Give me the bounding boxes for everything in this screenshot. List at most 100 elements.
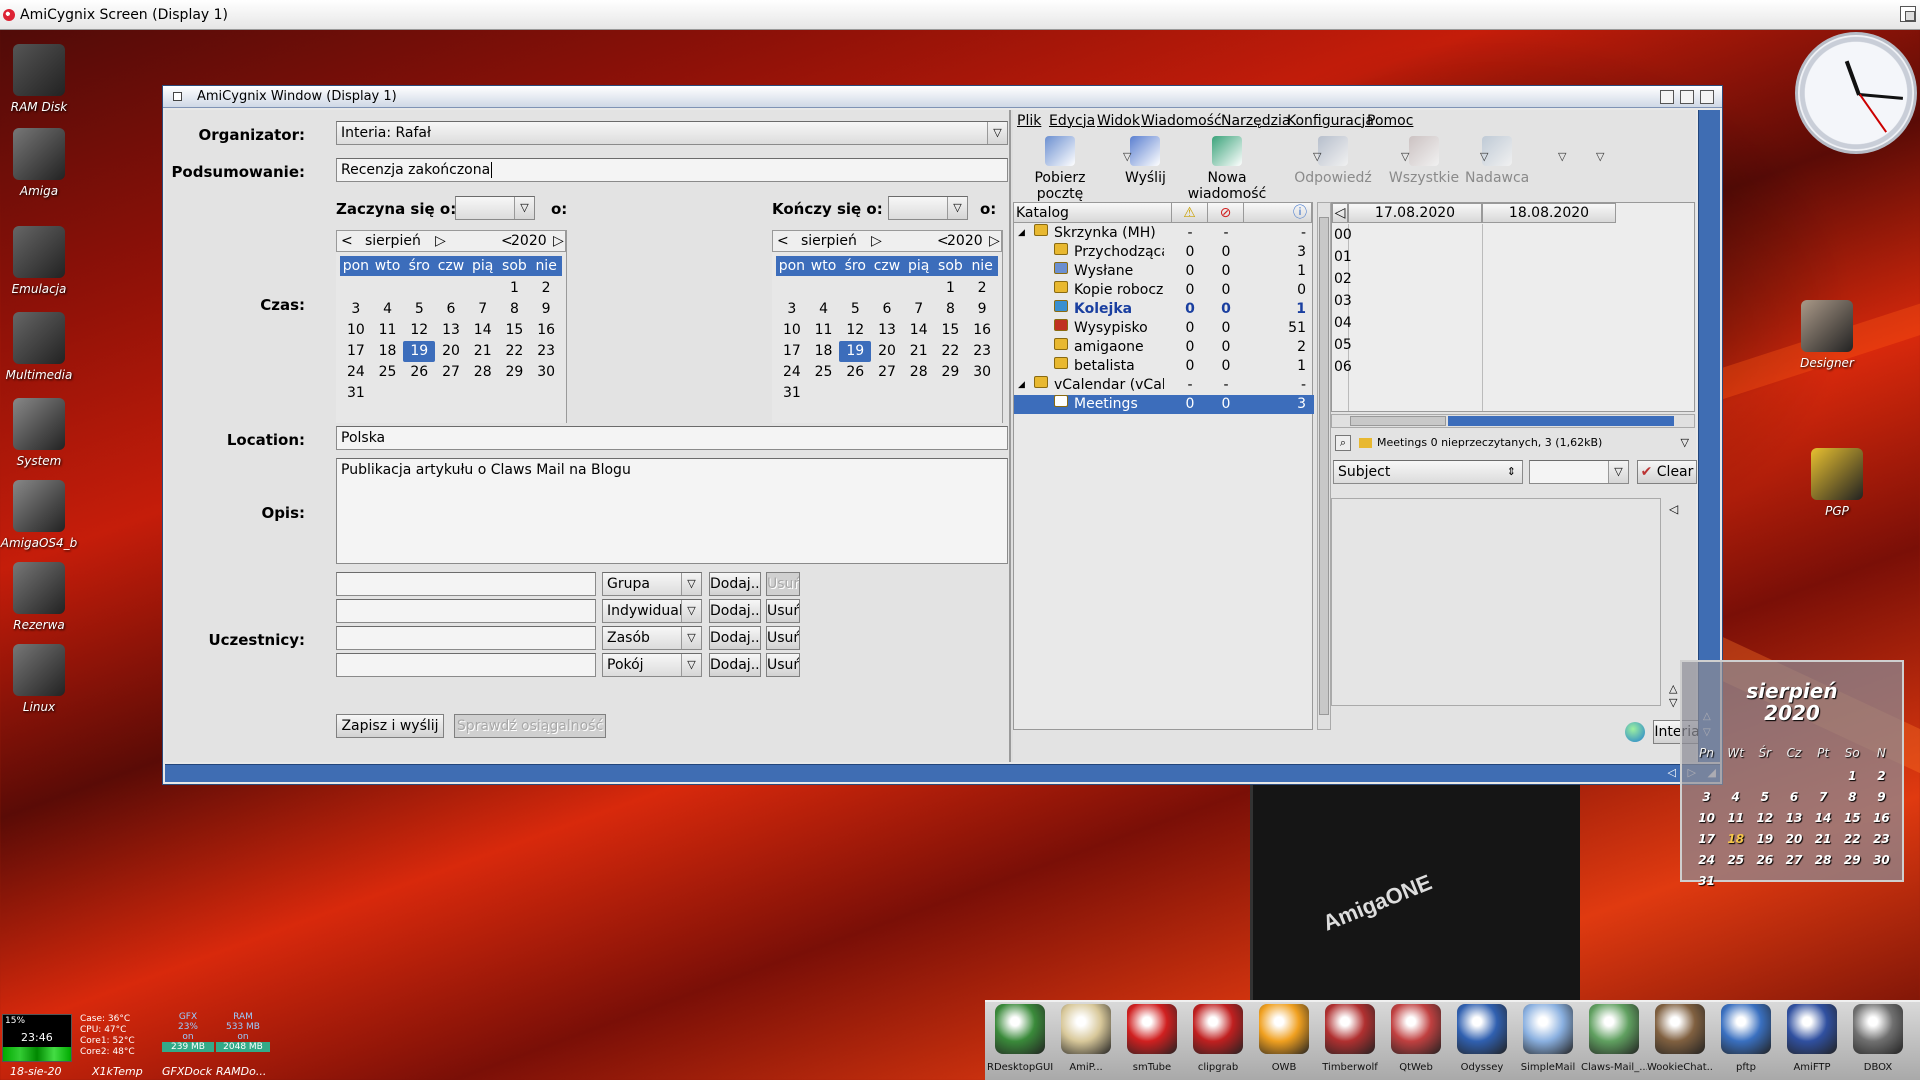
- calendar-day[interactable]: 31: [776, 383, 808, 404]
- dock-item[interactable]: AmiFTP: [1779, 1004, 1845, 1073]
- menu-item[interactable]: Edycja: [1049, 110, 1095, 132]
- start-date-calendar[interactable]: < sierpień ▷ <2020 ▷ pon wto śro czw pią sob nie 1 2 3…: [336, 230, 567, 423]
- desk-calendar-day[interactable]: 18: [1721, 829, 1750, 850]
- calendar-day[interactable]: 21: [467, 341, 499, 362]
- scroll-left-icon[interactable]: ◁: [1668, 766, 1676, 779]
- calendar-day[interactable]: 4: [372, 299, 404, 320]
- participant-input[interactable]: [336, 653, 596, 677]
- calendar-day[interactable]: 23: [966, 341, 998, 362]
- calendar-day[interactable]: 21: [903, 341, 935, 362]
- calendar-day[interactable]: 25: [372, 362, 404, 383]
- calendar-day[interactable]: 12: [403, 320, 435, 341]
- menu-item[interactable]: Narzędzia: [1221, 110, 1290, 132]
- calendar-day[interactable]: 3: [776, 299, 808, 320]
- window-iconify-gadget[interactable]: [1660, 90, 1674, 104]
- calendar-day[interactable]: 14: [903, 320, 935, 341]
- calendar-day[interactable]: 10: [776, 320, 808, 341]
- calendar-day[interactable]: 26: [403, 362, 435, 383]
- calendar-day[interactable]: 16: [530, 320, 562, 341]
- tree-expander-icon[interactable]: ◢: [1018, 376, 1025, 395]
- window-bottom-scrollbar[interactable]: ◁ ▷ ◢: [165, 764, 1720, 782]
- organizer-select[interactable]: Interia: Rafał ▽: [336, 121, 1008, 145]
- desk-calendar-day[interactable]: 31: [1692, 871, 1721, 892]
- calendar-day[interactable]: 18: [808, 341, 840, 362]
- calendar-day[interactable]: 18: [372, 341, 404, 362]
- calendar-day[interactable]: 7: [903, 299, 935, 320]
- calendar-day[interactable]: 24: [340, 362, 372, 383]
- folder-row[interactable]: Meetings 0 0 3: [1014, 395, 1314, 414]
- menu-item[interactable]: Wiadomość: [1141, 110, 1222, 132]
- participant-type-select[interactable]: Zasób ▽: [602, 626, 702, 650]
- scrollbar-thumb[interactable]: [1319, 217, 1329, 715]
- desktop-icon[interactable]: PGP: [1792, 448, 1882, 518]
- desk-calendar-day[interactable]: 29: [1838, 850, 1867, 871]
- add-participant-button[interactable]: Dodaj...: [709, 599, 761, 623]
- participant-input[interactable]: [336, 599, 596, 623]
- schedule-date-header[interactable]: 17.08.2020: [1348, 203, 1482, 223]
- desk-calendar-day[interactable]: 8: [1838, 787, 1867, 808]
- calendar-day[interactable]: 14: [467, 320, 499, 341]
- folder-tree[interactable]: Katalog ⚠ ⊘ ⓘ ◢ Skrzynka (MH) - - - Przychodz…: [1013, 202, 1314, 730]
- calendar-day[interactable]: 23: [530, 341, 562, 362]
- menu-item[interactable]: Konfiguracja: [1287, 110, 1374, 132]
- remove-participant-button[interactable]: Usuń: [766, 599, 800, 623]
- desktop-icon[interactable]: System: [0, 398, 84, 468]
- calendar-day[interactable]: 11: [372, 320, 404, 341]
- window-depth-gadget[interactable]: [1700, 90, 1714, 104]
- desk-calendar-day[interactable]: 9: [1867, 787, 1896, 808]
- calendar-day[interactable]: 30: [530, 362, 562, 383]
- folder-row[interactable]: Kolejka 0 0 1: [1014, 300, 1314, 319]
- desk-calendar-day[interactable]: 28: [1809, 850, 1838, 871]
- calendar-day[interactable]: 28: [903, 362, 935, 383]
- end-time-select[interactable]: ▽: [888, 196, 968, 220]
- toolbar-dropdown-icon[interactable]: ▽: [1313, 150, 1321, 163]
- calendar-day[interactable]: 13: [435, 320, 467, 341]
- folder-row[interactable]: Wysypisko 0 0 51: [1014, 319, 1314, 338]
- preview-scroll-left-icon[interactable]: ◁: [1669, 502, 1678, 516]
- check-availability-button[interactable]: Sprawdź osiągalność: [454, 714, 606, 738]
- calendar-day[interactable]: 15: [935, 320, 967, 341]
- description-textarea[interactable]: Publikacja artykułu o Claws Mail na Blog…: [336, 458, 1008, 564]
- calendar-day[interactable]: 17: [340, 341, 372, 362]
- schedule-hscrollbar[interactable]: [1331, 414, 1695, 428]
- calendar-day[interactable]: 13: [871, 320, 903, 341]
- toolbar-button[interactable]: Wszystkie: [1387, 134, 1461, 186]
- scrollbar-thumb[interactable]: [1350, 416, 1446, 426]
- calendar-day[interactable]: 7: [467, 299, 499, 320]
- calendar-day[interactable]: 1: [499, 278, 531, 299]
- dock-item[interactable]: QtWeb: [1383, 1004, 1449, 1073]
- desk-calendar-day[interactable]: 27: [1779, 850, 1808, 871]
- desk-calendar-day[interactable]: 22: [1838, 829, 1867, 850]
- calendar-day[interactable]: 8: [935, 299, 967, 320]
- add-participant-button[interactable]: Dodaj...: [709, 572, 761, 596]
- toolbar-dropdown-icon[interactable]: ▽: [1558, 150, 1566, 163]
- desk-calendar-day[interactable]: 23: [1867, 829, 1896, 850]
- calendar-day[interactable]: 15: [499, 320, 531, 341]
- participant-type-select[interactable]: Grupa ▽: [602, 572, 702, 596]
- toolbar-button[interactable]: Nadawca: [1465, 134, 1529, 186]
- folder-column-header[interactable]: Katalog: [1016, 203, 1172, 223]
- calendar-day[interactable]: 9: [530, 299, 562, 320]
- menu-item[interactable]: Pomoc: [1367, 110, 1413, 132]
- window-zoom-gadget[interactable]: [1680, 90, 1694, 104]
- dock-item[interactable]: Odyssey: [1449, 1004, 1515, 1073]
- calendar-day[interactable]: 4: [808, 299, 840, 320]
- desktop-icon[interactable]: RAM Disk: [0, 44, 84, 114]
- search-icon[interactable]: ⌕: [1335, 435, 1351, 451]
- desk-calendar-day[interactable]: 1: [1838, 766, 1867, 787]
- window-close-gadget[interactable]: [173, 92, 182, 101]
- calendar-day[interactable]: 10: [340, 320, 372, 341]
- calendar-day[interactable]: 25: [808, 362, 840, 383]
- toolbar-button[interactable]: Odpowiedź: [1293, 134, 1373, 186]
- calendar-day[interactable]: 26: [839, 362, 871, 383]
- desk-calendar-day[interactable]: 13: [1779, 808, 1808, 829]
- desk-calendar-day[interactable]: 26: [1750, 850, 1779, 871]
- desktop-icon[interactable]: Amiga: [0, 128, 84, 198]
- folder-row[interactable]: ◢ Skrzynka (MH) - - -: [1014, 224, 1314, 243]
- toolbar-dropdown-icon[interactable]: ▽: [1123, 150, 1131, 163]
- desk-calendar-day[interactable]: 14: [1809, 808, 1838, 829]
- end-date-calendar[interactable]: < sierpień ▷ <2020 ▷ pon wto śro czw pią sob nie 1 2 3…: [772, 230, 1003, 423]
- desk-calendar-day[interactable]: 3: [1692, 787, 1721, 808]
- folder-row[interactable]: ◢ vCalendar (vCale - - -: [1014, 376, 1314, 395]
- tree-expander-icon[interactable]: ◢: [1018, 224, 1025, 243]
